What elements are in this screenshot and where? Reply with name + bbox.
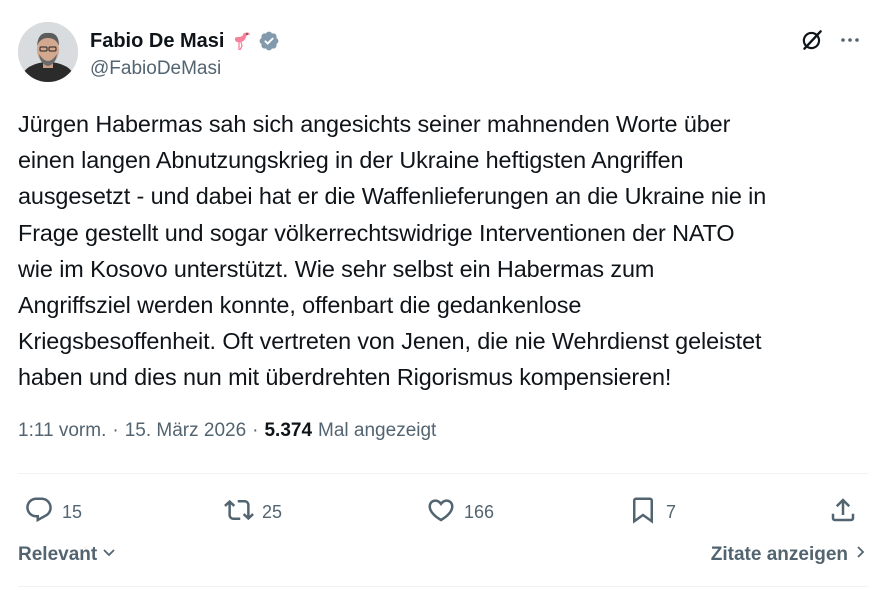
chevron-down-icon [97,544,117,566]
more-icon[interactable] [836,26,864,54]
avatar[interactable] [18,22,78,82]
like-count: 166 [464,501,495,522]
tweet-text-line: Frage gestellt und sogar völkerrechtswid… [18,219,735,246]
sort-label: Relevant [18,544,98,565]
sort-dropdown[interactable]: Relevant [18,544,117,566]
reply-count: 15 [62,501,83,522]
bookmark-icon [628,495,658,530]
share-icon [828,495,858,530]
tweet-text: Jürgen Habermas sah sich angesichts sein… [18,106,878,396]
tweet-text-line: Kriegsbesoffenheit. Oft vertreten von Je… [18,328,762,355]
share-button[interactable] [828,492,858,532]
tweet-text-line: haben und dies nun mit überdrehten Rigor… [18,364,672,391]
tweet-meta: 1:11 vorm. · 15. März 2026 · 5.374 Mal a… [18,420,436,442]
heart-icon [426,495,456,530]
like-button[interactable]: 166 [426,492,494,532]
display-name[interactable]: Fabio De Masi [90,30,224,53]
tweet-text-line: einen langen Abnutzungskrieg in der Ukra… [18,147,684,174]
action-bar: 15 25 166 7 [18,492,868,532]
author-handle[interactable]: @FabioDeMasi [90,58,221,80]
divider [18,473,868,474]
tweet-text-line: Jürgen Habermas sah sich angesichts sein… [18,111,731,137]
views-label: Mal angezeigt [318,420,437,441]
repost-button[interactable]: 25 [224,492,282,532]
repost-count: 25 [262,501,283,522]
tweet-text-line: wie im Kosovo unterstützt. Wie sehr selb… [18,255,655,282]
tweet-text-line: ausgesetzt - und dabei hat er die Waffen… [18,183,767,210]
views-count: 5.374 [264,420,313,441]
bookmark-count: 7 [666,501,677,522]
divider [18,586,868,587]
verified-badge-icon [258,30,280,52]
meta-separator: · [112,420,119,441]
meta-separator: · [252,420,259,441]
flamingo-icon [230,29,254,53]
tweet-text-line: Angriffsziel werden konnte, offenbart di… [18,292,582,319]
tweet-header: Fabio De Masi @FabioDeMasi [18,22,872,84]
grok-icon[interactable] [798,26,826,54]
view-quotes-link[interactable]: Zitate anzeigen [711,544,868,566]
bookmark-button[interactable]: 7 [628,492,676,532]
tweet-date[interactable]: 15. März 2026 [125,420,246,442]
replies-footer: Relevant Zitate anzeigen [18,544,868,574]
tweet-time[interactable]: 1:11 vorm. [18,420,106,442]
quotes-label: Zitate anzeigen [710,544,848,565]
chevron-right-icon [848,544,868,566]
name-row: Fabio De Masi [90,28,280,54]
reply-icon [24,495,54,530]
reply-button[interactable]: 15 [24,492,82,532]
repost-icon [224,495,254,530]
